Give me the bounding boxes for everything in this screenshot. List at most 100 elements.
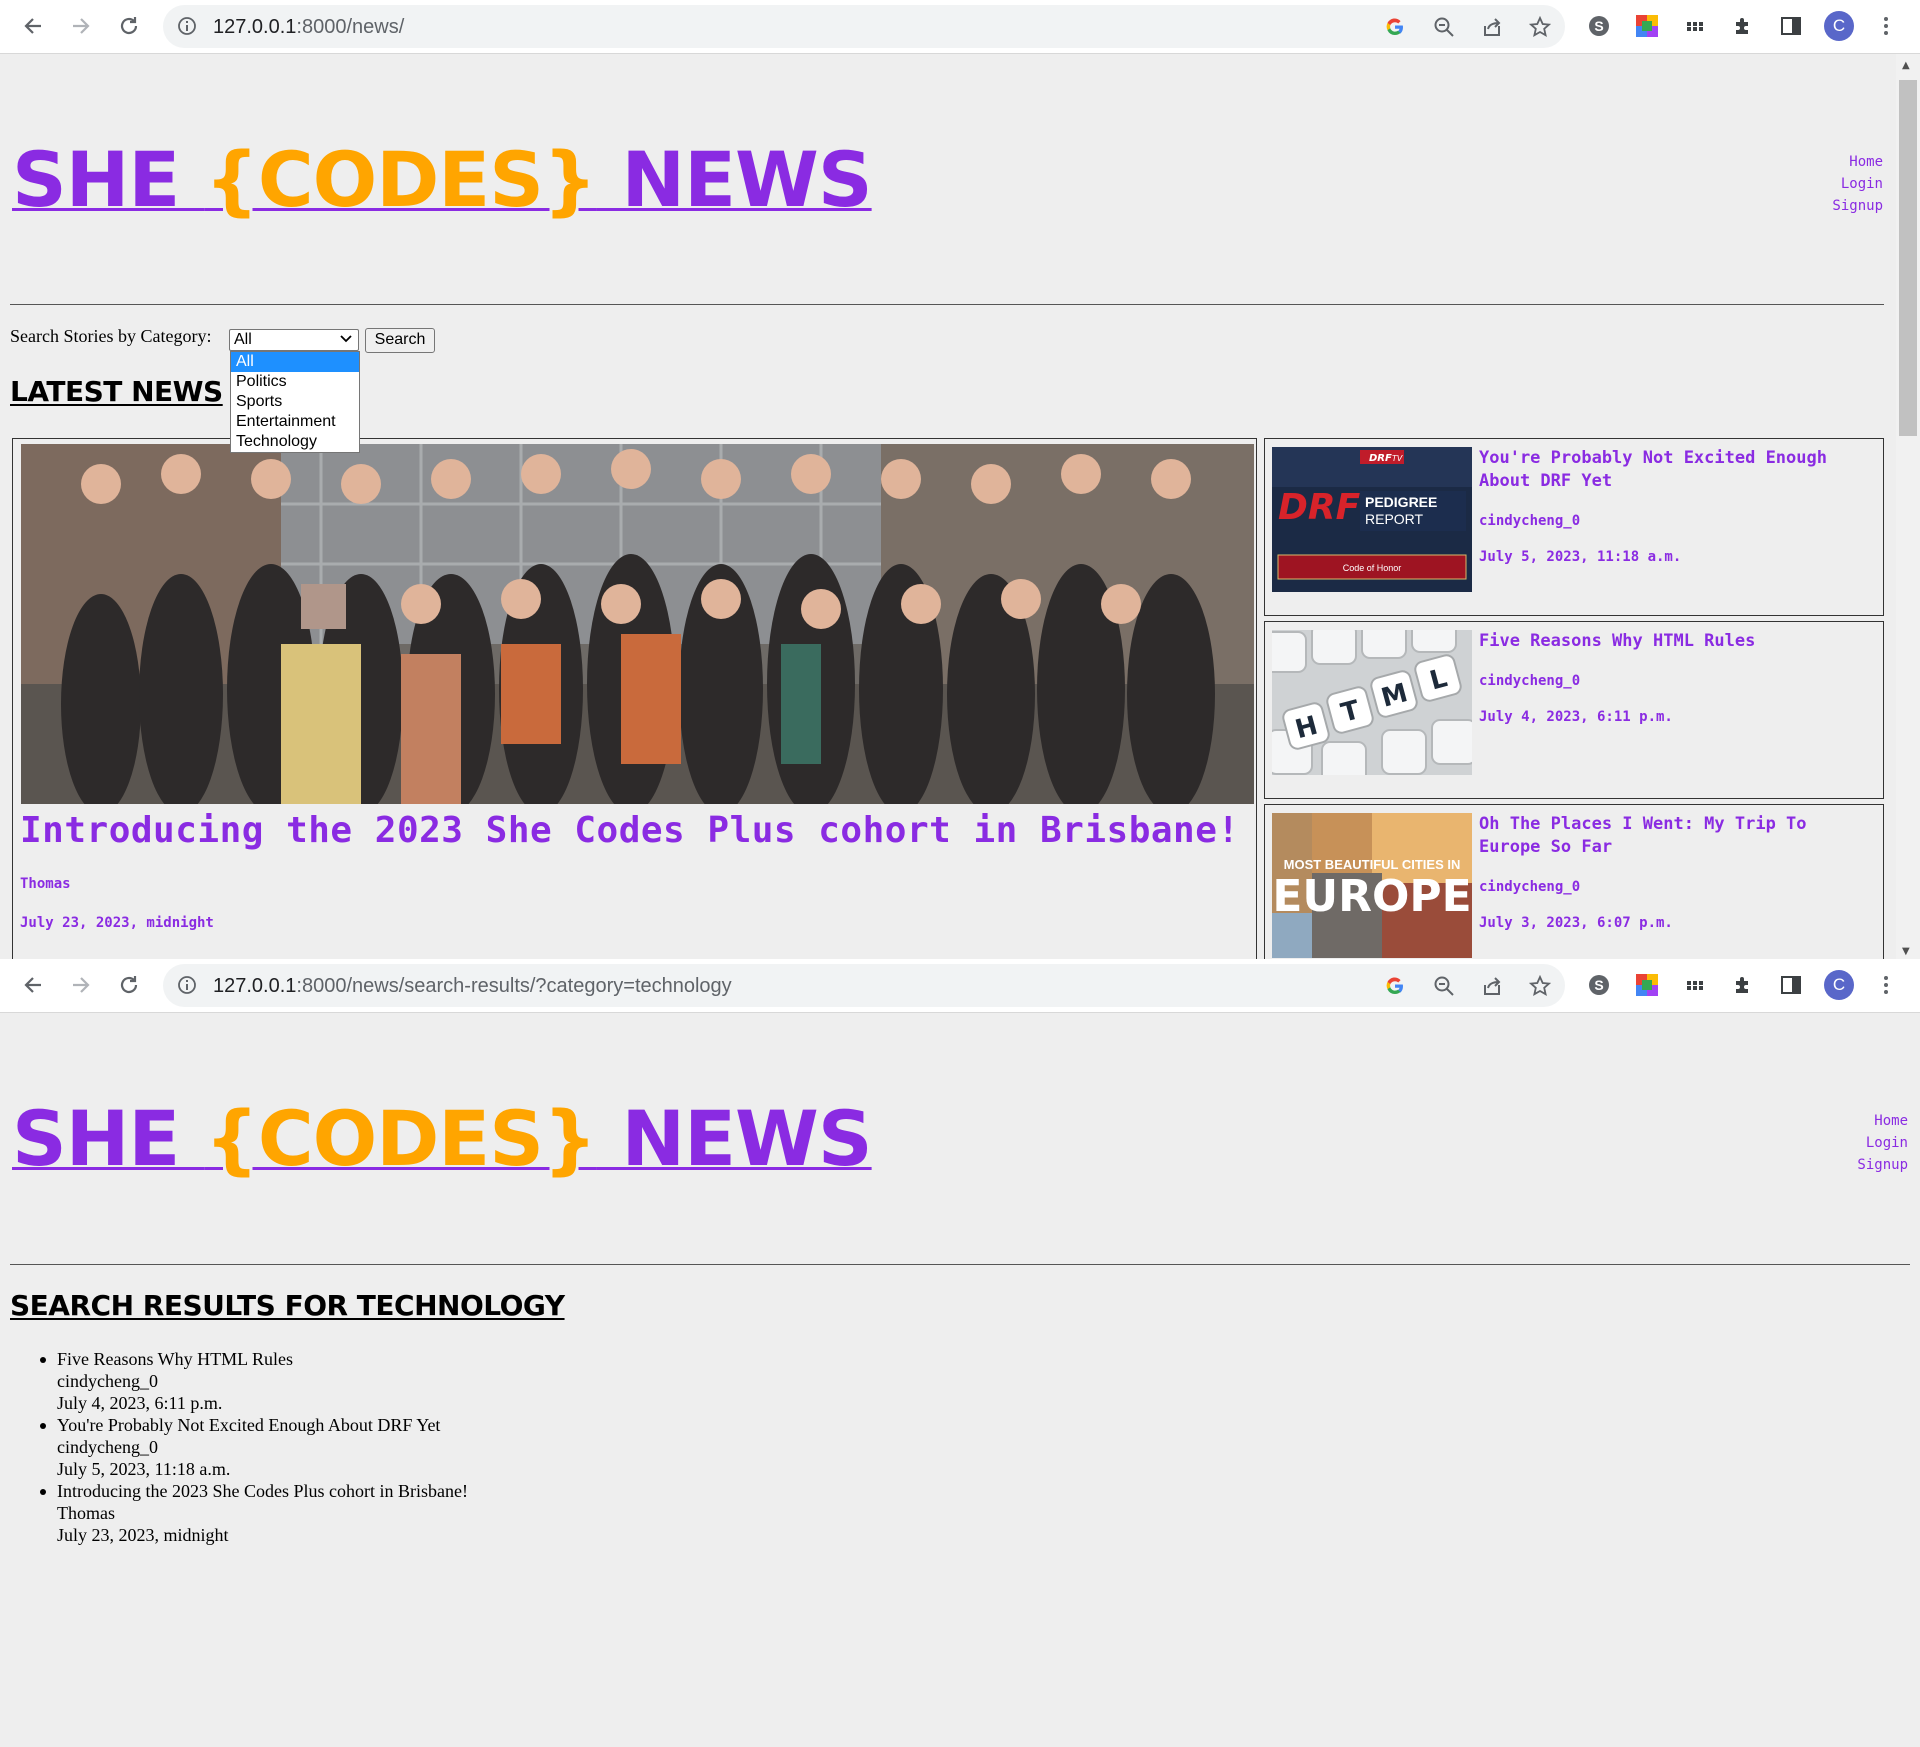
search-button[interactable]: Search: [365, 328, 435, 353]
back-icon[interactable]: [17, 969, 49, 1001]
extensions-puzzle-icon[interactable]: [1729, 971, 1757, 999]
side-panel-icon[interactable]: [1777, 12, 1805, 40]
header-divider: [10, 304, 1884, 305]
apps-grid-icon[interactable]: [1681, 12, 1709, 40]
nav-home-link[interactable]: Home: [1780, 151, 1883, 173]
address-bar[interactable]: 127.0.0.1:8000/news/search-results/?cate…: [163, 964, 1565, 1007]
story-card[interactable]: MOST BEAUTIFUL CITIES IN EUROPE Oh The P…: [1264, 804, 1884, 959]
story-card-author: cindycheng_0: [1479, 513, 1581, 529]
browser-menu-icon[interactable]: [1876, 12, 1896, 40]
browser-menu-icon[interactable]: [1876, 971, 1896, 999]
featured-story-title[interactable]: Introducing the 2023 She Codes Plus coho…: [20, 810, 1240, 851]
skype-icon[interactable]: S: [1585, 971, 1613, 999]
profile-avatar[interactable]: C: [1824, 11, 1854, 41]
google-icon[interactable]: [1382, 973, 1408, 999]
svg-text:DRF: DRF: [1278, 487, 1361, 528]
browser-toolbar: 127.0.0.1:8000/news/ S C: [0, 0, 1920, 54]
extensions-puzzle-icon[interactable]: [1729, 12, 1757, 40]
result-author: Thomas: [57, 1503, 115, 1523]
skype-icon[interactable]: S: [1585, 12, 1613, 40]
color-grid-extension-icon[interactable]: [1633, 12, 1661, 40]
story-card-title[interactable]: Oh The Places I Went: My Trip To Europe …: [1479, 813, 1869, 859]
option-entertainment[interactable]: Entertainment: [231, 412, 359, 432]
story-card-author: cindycheng_0: [1479, 879, 1581, 895]
share-icon[interactable]: [1479, 14, 1505, 40]
featured-story-card[interactable]: Introducing the 2023 She Codes Plus coho…: [12, 438, 1257, 959]
result-title[interactable]: You're Probably Not Excited Enough About…: [57, 1414, 468, 1436]
story-card-title[interactable]: You're Probably Not Excited Enough About…: [1479, 447, 1869, 493]
back-icon[interactable]: [17, 10, 49, 42]
category-dropdown-list: All Politics Sports Entertainment Techno…: [230, 351, 360, 453]
reload-icon[interactable]: [113, 969, 145, 1001]
list-item: Five Reasons Why HTML Rules cindycheng_0…: [40, 1348, 468, 1414]
apps-grid-icon[interactable]: [1681, 971, 1709, 999]
nav-login-link[interactable]: Login: [1805, 1132, 1908, 1154]
story-card-date: July 5, 2023, 11:18 a.m.: [1479, 549, 1682, 565]
site-logo-link[interactable]: SHE {CODES} NEWS: [12, 1094, 873, 1183]
nav-signup-link[interactable]: Signup: [1780, 195, 1883, 217]
color-grid-extension-icon[interactable]: [1633, 971, 1661, 999]
logo-codes: {CODES}: [204, 1094, 597, 1183]
reload-icon[interactable]: [113, 10, 145, 42]
site-info-icon[interactable]: [177, 16, 197, 41]
svg-text:S: S: [1594, 18, 1603, 34]
header-divider: [10, 1264, 1910, 1265]
svg-text:Code of Honor: Code of Honor: [1343, 563, 1402, 573]
story-card-date: July 3, 2023, 6:07 p.m.: [1479, 915, 1673, 931]
story-card-title[interactable]: Five Reasons Why HTML Rules: [1479, 630, 1869, 653]
bookmark-star-icon[interactable]: [1527, 14, 1553, 40]
svg-text:TV: TV: [1392, 454, 1403, 463]
logo-she: SHE: [12, 135, 205, 224]
result-date: July 4, 2023, 6:11 p.m.: [57, 1393, 223, 1413]
result-title[interactable]: Introducing the 2023 She Codes Plus coho…: [57, 1480, 468, 1502]
side-panel-icon[interactable]: [1777, 971, 1805, 999]
option-sports[interactable]: Sports: [231, 392, 359, 412]
category-select[interactable]: All: [229, 329, 359, 351]
nav-signup-link[interactable]: Signup: [1805, 1154, 1908, 1176]
featured-story-date: July 23, 2023, midnight: [20, 915, 214, 931]
scroll-up-arrow-icon[interactable]: ▲: [1902, 60, 1910, 71]
chevron-down-icon: [340, 331, 352, 351]
latest-news-heading: LATEST NEWS: [10, 375, 223, 408]
logo-news: NEWS: [596, 135, 873, 224]
story-card-author: cindycheng_0: [1479, 673, 1581, 689]
forward-icon[interactable]: [65, 969, 97, 1001]
option-technology[interactable]: Technology: [231, 432, 359, 452]
url-text[interactable]: 127.0.0.1:8000/news/search-results/?cate…: [213, 975, 732, 998]
site-info-icon[interactable]: [177, 975, 197, 1000]
featured-story-image[interactable]: [21, 444, 1254, 804]
svg-text:EUROPE: EUROPE: [1272, 871, 1471, 922]
browser-window-search-results: 127.0.0.1:8000/news/search-results/?cate…: [0, 959, 1920, 1747]
browser-window-news: 127.0.0.1:8000/news/ S C ▲ ▼ SHE {CODES}…: [0, 0, 1920, 959]
address-bar[interactable]: 127.0.0.1:8000/news/: [163, 5, 1565, 48]
story-card[interactable]: H T M L Five Reasons Why HTML Rules cind…: [1264, 621, 1884, 799]
url-text[interactable]: 127.0.0.1:8000/news/: [213, 16, 404, 39]
story-card-image[interactable]: MOST BEAUTIFUL CITIES IN EUROPE: [1272, 813, 1472, 958]
nav-login-link[interactable]: Login: [1780, 173, 1883, 195]
scroll-down-arrow-icon[interactable]: ▼: [1902, 946, 1910, 957]
story-card[interactable]: DRF TV DRF PEDIGREE REPORT Code of Honor…: [1264, 438, 1884, 616]
top-nav: Home Login Signup: [1805, 1110, 1908, 1176]
forward-icon[interactable]: [65, 10, 97, 42]
zoom-icon[interactable]: [1431, 973, 1457, 999]
result-author: cindycheng_0: [57, 1371, 158, 1391]
profile-avatar[interactable]: C: [1824, 970, 1854, 1000]
scrollbar-thumb[interactable]: [1899, 80, 1917, 436]
category-select-value: All: [234, 331, 252, 348]
result-title[interactable]: Five Reasons Why HTML Rules: [57, 1348, 468, 1370]
bookmark-star-icon[interactable]: [1527, 973, 1553, 999]
search-label: Search Stories by Category:: [10, 326, 212, 346]
search-results-list: Five Reasons Why HTML Rules cindycheng_0…: [40, 1348, 468, 1546]
story-card-image[interactable]: H T M L: [1272, 630, 1472, 775]
share-icon[interactable]: [1479, 973, 1505, 999]
site-logo-link[interactable]: SHE {CODES} NEWS: [12, 135, 873, 224]
nav-home-link[interactable]: Home: [1805, 1110, 1908, 1132]
zoom-icon[interactable]: [1431, 14, 1457, 40]
story-card-image[interactable]: DRF TV DRF PEDIGREE REPORT Code of Honor: [1272, 447, 1472, 592]
option-politics[interactable]: Politics: [231, 372, 359, 392]
svg-text:S: S: [1594, 977, 1603, 993]
option-all[interactable]: All: [231, 352, 359, 372]
result-date: July 5, 2023, 11:18 a.m.: [57, 1459, 231, 1479]
svg-text:PEDIGREE: PEDIGREE: [1365, 494, 1437, 510]
google-icon[interactable]: [1382, 14, 1408, 40]
